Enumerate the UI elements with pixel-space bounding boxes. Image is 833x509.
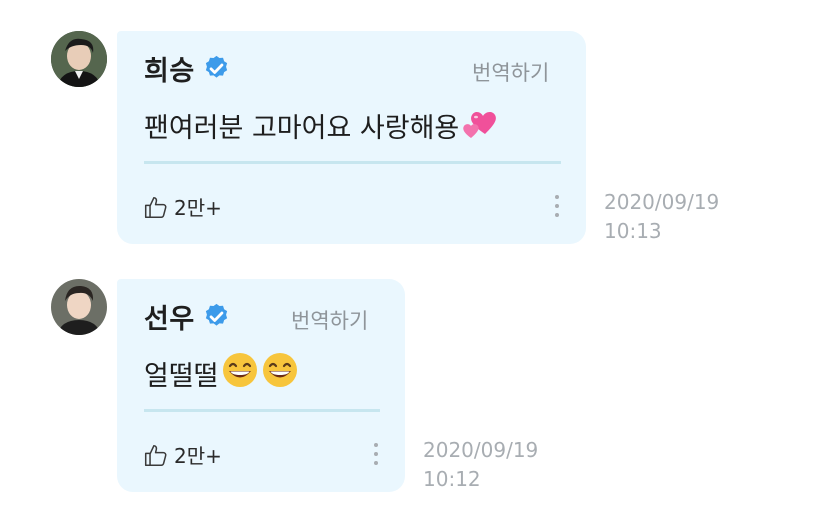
like-count: 2만+	[174, 444, 222, 468]
timestamp-time: 10:13	[604, 219, 662, 243]
timestamp-date: 2020/09/19	[423, 438, 539, 462]
message-text-row: 팬여러분 고마어요 사랑해용	[144, 105, 499, 145]
avatar[interactable]	[51, 279, 107, 335]
like-button[interactable]: 2만+	[143, 440, 222, 469]
message-text-row: 얼떨떨	[144, 351, 299, 396]
avatar[interactable]	[51, 31, 107, 87]
like-button[interactable]: 2만+	[143, 192, 222, 221]
more-options-icon[interactable]	[371, 441, 381, 467]
verified-badge-icon	[202, 54, 231, 83]
message-timestamp: 2020/09/19 10:12	[423, 436, 538, 494]
divider	[144, 161, 561, 164]
timestamp-time: 10:12	[423, 467, 481, 491]
author-name: 선우	[144, 303, 195, 335]
author-line: 선우	[144, 297, 231, 335]
chat-feed: 희승 번역하기 팬여러분 고마어요 사랑해용 2만+ 2020/09/19 10…	[0, 0, 833, 509]
two-hearts-icon	[461, 104, 499, 147]
grinning-face-icon	[261, 351, 299, 396]
grinning-face-icon	[221, 351, 259, 396]
message-text: 얼떨떨	[144, 360, 219, 392]
translate-button[interactable]: 번역하기	[472, 57, 549, 87]
more-options-icon[interactable]	[552, 193, 562, 219]
thumbs-up-icon	[143, 442, 169, 468]
thumbs-up-icon	[143, 194, 169, 220]
message-bubble: 희승 번역하기 팬여러분 고마어요 사랑해용 2만+	[117, 31, 586, 244]
translate-button[interactable]: 번역하기	[291, 305, 368, 335]
verified-badge-icon	[202, 302, 231, 331]
timestamp-date: 2020/09/19	[604, 190, 720, 214]
author-line: 희승	[144, 49, 231, 87]
message-text: 팬여러분 고마어요 사랑해용	[144, 112, 460, 144]
message-timestamp: 2020/09/19 10:13	[604, 188, 719, 246]
divider	[144, 409, 380, 412]
author-name: 희승	[144, 55, 195, 87]
message-bubble: 선우 번역하기 얼떨떨 2만+	[117, 279, 405, 492]
like-count: 2만+	[174, 196, 222, 220]
